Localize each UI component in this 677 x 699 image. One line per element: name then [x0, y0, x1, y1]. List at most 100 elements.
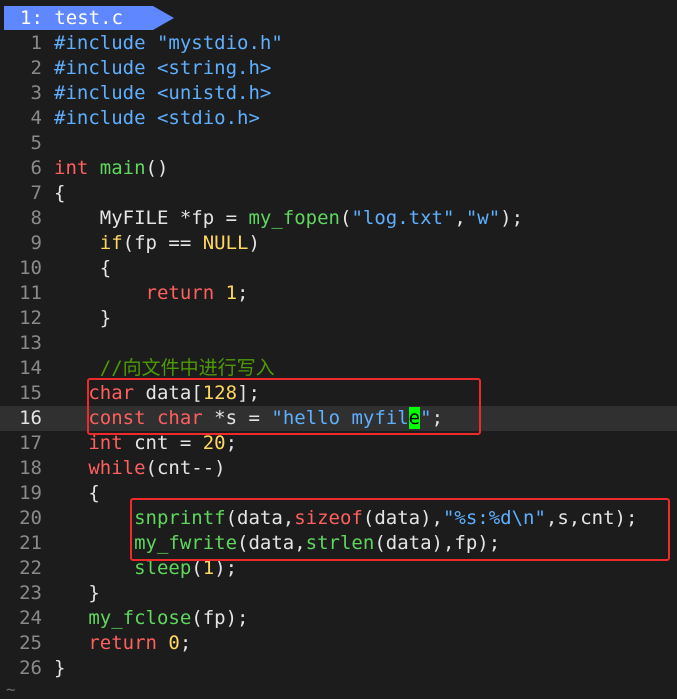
code-token: while: [88, 457, 146, 479]
code-token: (cnt--): [145, 457, 226, 479]
line-number: 13: [19, 332, 42, 354]
code-line[interactable]: 4 #include <stdio.h>: [0, 106, 677, 131]
code-text: #include "mystdio.h": [54, 31, 283, 56]
line-number: 3: [30, 82, 42, 104]
code-token: "mystdio.h": [156, 32, 283, 54]
code-token: (fp ==: [122, 232, 203, 254]
code-text: MyFILE *fp = my_fopen("log.txt","w");: [54, 206, 523, 231]
tab-test-c[interactable]: 1: test.c: [4, 6, 153, 30]
code-token: (fp);: [191, 607, 249, 629]
code-text: while(cnt--): [54, 456, 226, 481]
code-text: return 0;: [54, 631, 191, 656]
code-text: }: [54, 656, 65, 681]
code-line[interactable]: 13: [0, 331, 677, 356]
line-number: 12: [19, 307, 42, 329]
line-number: 20: [19, 507, 42, 529]
code-token: }: [54, 582, 100, 604]
code-token: cnt =: [134, 432, 203, 454]
code-token: #include <stdio.h>: [54, 107, 260, 129]
line-number: 16: [19, 407, 42, 429]
code-line[interactable]: 7{: [0, 181, 677, 206]
code-token: 20: [202, 432, 226, 454]
code-token: my_fclose: [88, 607, 192, 629]
code-line[interactable]: 24 my_fclose(fp);: [0, 606, 677, 631]
code-line[interactable]: 18 while(cnt--): [0, 456, 677, 481]
code-line[interactable]: 23 }: [0, 581, 677, 606]
code-text: #include <unistd.h>: [54, 81, 271, 106]
code-line[interactable]: 10 {: [0, 256, 677, 281]
code-token: {: [54, 257, 112, 279]
code-line[interactable]: 5: [0, 131, 677, 156]
code-token: #include: [54, 32, 157, 54]
code-token: int: [88, 432, 135, 454]
code-text: {: [54, 256, 111, 281]
code-token: return: [88, 632, 169, 654]
line-number: 22: [19, 557, 42, 579]
line-number: 21: [19, 532, 42, 554]
code-line[interactable]: 11 return 1;: [0, 281, 677, 306]
code-line[interactable]: 9 if(fp == NULL): [0, 231, 677, 256]
code-text: #include <stdio.h>: [54, 106, 260, 131]
code-token: int: [54, 157, 100, 179]
code-text: return 1;: [54, 281, 249, 306]
code-token: ): [248, 232, 260, 254]
line-number: 26: [19, 657, 42, 679]
code-token: {: [54, 182, 66, 204]
code-line[interactable]: 6 int main(): [0, 156, 677, 181]
code-token: 0: [168, 632, 180, 654]
code-token: }: [54, 657, 66, 679]
line-number: 19: [19, 482, 42, 504]
line-number: 11: [19, 282, 42, 304]
code-text: my_fclose(fp);: [54, 606, 248, 631]
line-number: 17: [19, 432, 42, 454]
line-number: 2: [30, 57, 42, 79]
code-token: //向文件中进行写入: [99, 357, 275, 379]
code-token: ;: [225, 432, 238, 454]
code-line[interactable]: 12 }: [0, 306, 677, 331]
line-number: 23: [19, 582, 42, 604]
code-line[interactable]: 2 #include <string.h>: [0, 56, 677, 81]
code-token: if: [99, 232, 123, 254]
line-number: 1: [30, 32, 42, 54]
code-token: MyFILE *fp =: [54, 207, 249, 229]
end-of-buffer-marker: ~: [6, 680, 16, 699]
line-number: 6: [30, 157, 42, 179]
code-token: "w": [465, 207, 501, 229]
code-token: return: [145, 282, 226, 304]
code-token: main: [99, 157, 146, 179]
line-number: 5: [30, 132, 42, 154]
code-token: my_fopen: [248, 207, 340, 229]
code-token: ,: [454, 207, 466, 229]
code-token: #include <unistd.h>: [54, 82, 272, 104]
line-number: 9: [30, 232, 42, 254]
line-number: 8: [30, 207, 42, 229]
code-line[interactable]: 8 MyFILE *fp = my_fopen("log.txt","w");: [0, 206, 677, 231]
code-line[interactable]: 26}: [0, 656, 677, 681]
code-token: NULL: [202, 232, 249, 254]
code-line[interactable]: 1 #include "mystdio.h": [0, 31, 677, 56]
code-token: "log.txt": [351, 207, 455, 229]
code-token: ;: [237, 282, 249, 304]
code-token: 1: [225, 282, 238, 304]
code-text: #include <string.h>: [54, 56, 271, 81]
code-text: int main(): [54, 156, 168, 181]
code-text: {: [54, 481, 99, 506]
code-line[interactable]: 25 return 0;: [0, 631, 677, 656]
line-number: 7: [30, 182, 42, 204]
highlight-box-loop-body: [130, 498, 670, 561]
code-line[interactable]: 3 #include <unistd.h>: [0, 81, 677, 106]
line-number: 25: [19, 632, 42, 654]
code-token: );: [500, 207, 524, 229]
code-editor[interactable]: 1 #include "mystdio.h" 2 #include <string.h…: [0, 31, 677, 681]
